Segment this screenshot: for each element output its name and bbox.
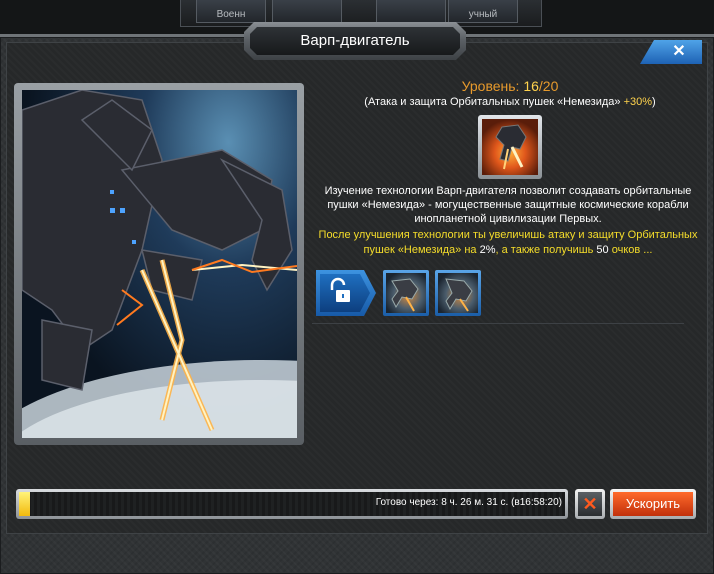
dialog-title: Варп-двигатель (250, 27, 460, 55)
top-tab-3[interactable] (376, 0, 446, 23)
level-current: 16 (523, 78, 539, 94)
bonus-value: +30% (623, 96, 653, 108)
unit-thumbnail-icon (438, 273, 478, 313)
tech-level: Уровень: 16/20 (320, 78, 700, 94)
warp-ship-illustration (22, 90, 297, 438)
cancel-icon: ✕ (578, 492, 602, 516)
cancel-button[interactable]: ✕ (575, 489, 605, 519)
bonus-text: (Атака и защита Орбитальных пушек «Немез… (364, 96, 624, 108)
unit-thumbnail-graphic (391, 278, 419, 312)
upgrade-text-2: , а также получишь (495, 244, 597, 256)
padlock-graphic (330, 277, 350, 302)
top-tab-label: Военн (216, 9, 246, 20)
progress-bar-fill (19, 492, 30, 516)
tech-image (22, 90, 297, 438)
unit-thumbnail-icon (386, 273, 426, 313)
unit-thumbnail-graphic (445, 278, 473, 312)
top-tab-science[interactable]: учный (448, 0, 518, 23)
upgrade-info: После улучшения технологии ты увеличишь … (310, 228, 706, 258)
bonus-suffix: ) (652, 96, 656, 108)
progress-time-remaining: Готово через: 8 ч. 26 м. 31 с. (в16:58:2… (375, 497, 562, 508)
requirement-slot-1[interactable] (383, 270, 429, 316)
top-tab-2[interactable] (272, 0, 342, 23)
tech-description: Изучение технологии Варп-двигателя позво… (324, 185, 692, 225)
level-max: 20 (542, 78, 559, 94)
level-label: Уровень: (461, 78, 520, 94)
nemesis-unit-graphic (495, 124, 527, 170)
upgrade-text-3: очков ... (608, 244, 653, 256)
speed-up-label: Ускорить (613, 492, 693, 516)
top-tab-military[interactable]: Военн (196, 0, 266, 23)
close-icon: ✕ (672, 43, 686, 60)
lock-icon (320, 274, 370, 312)
upgrade-points: 50 (596, 244, 609, 256)
speed-up-button[interactable]: Ускорить (610, 489, 696, 519)
top-tab-label: учный (468, 9, 498, 20)
unit-icon[interactable] (482, 119, 538, 175)
requirement-slot-2[interactable] (435, 270, 481, 316)
tech-bonus: (Атака и защита Орбитальных пушек «Немез… (320, 96, 700, 108)
divider (312, 323, 684, 324)
upgrade-percent: 2% (479, 244, 496, 256)
